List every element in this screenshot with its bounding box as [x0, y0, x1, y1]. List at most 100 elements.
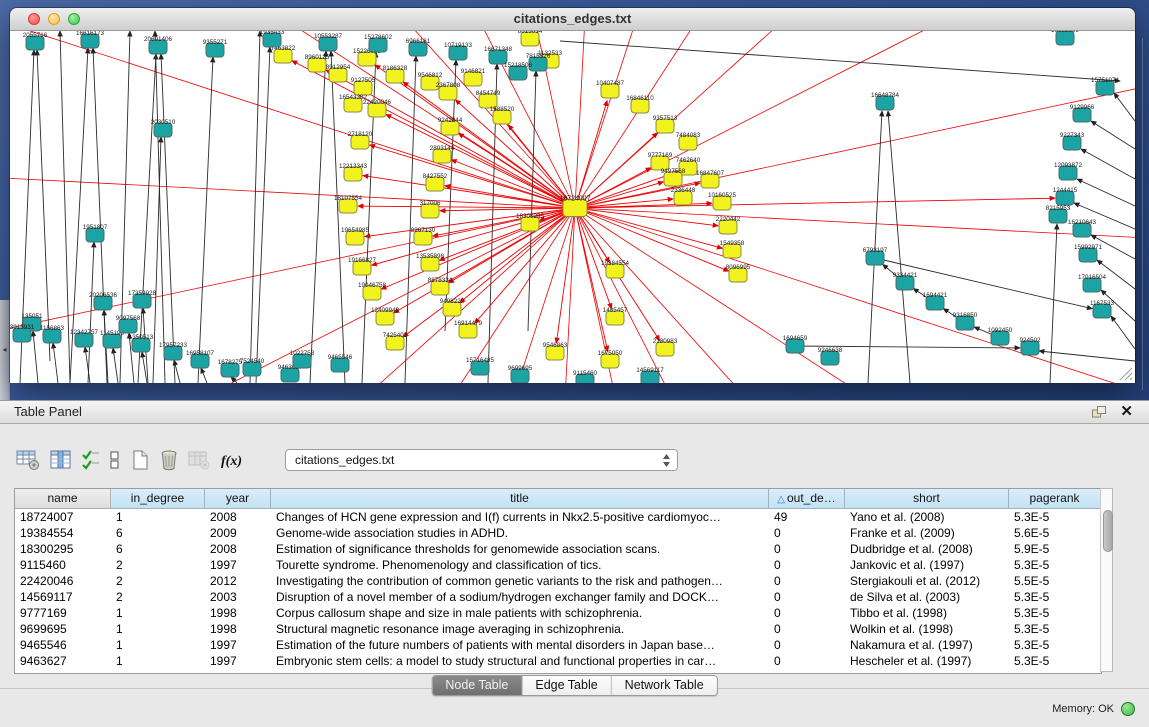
graph-node[interactable]: 9355271	[203, 39, 228, 57]
table-cell[interactable]: Genome-wide association studies in ADHD.	[271, 525, 769, 541]
graph-node[interactable]: 17359928	[128, 290, 157, 308]
table-row[interactable]: 969969511998Structural magnetic resonanc…	[15, 621, 1101, 637]
graph-node[interactable]: 17016504	[1078, 274, 1107, 292]
table-cell[interactable]: 2008	[205, 509, 271, 525]
table-cell[interactable]: Investigating the contribution of common…	[271, 573, 769, 589]
table-cell[interactable]: 1	[111, 637, 205, 653]
table-cell[interactable]: 2	[111, 557, 205, 573]
select-mode-icon[interactable]	[82, 449, 100, 471]
graph-node[interactable]: 19384554	[601, 260, 630, 278]
table-cell[interactable]: 1997	[205, 637, 271, 653]
table-cell[interactable]: Corpus callosum shape and size in male p…	[271, 605, 769, 621]
graph-node[interactable]: 22420046	[363, 99, 392, 117]
table-cell[interactable]: Changes of HCN gene expression and I(f) …	[271, 509, 769, 525]
graph-node[interactable]: 9097568	[116, 315, 141, 333]
graph-node[interactable]: 9465546	[328, 354, 353, 372]
graph-node[interactable]: 20206536	[89, 292, 118, 310]
graph-node[interactable]: 317006	[419, 200, 441, 218]
graph-node[interactable]: 924502	[1019, 337, 1041, 355]
graph-node[interactable]: 16083809	[1051, 31, 1080, 45]
table-cell[interactable]: Nakamura et al. (1997)	[845, 637, 1009, 653]
graph-node[interactable]: 1244415	[1053, 187, 1078, 205]
graph-node[interactable]: 12093872	[1054, 162, 1083, 180]
graph-node[interactable]: 8267130	[411, 227, 436, 245]
graph-node[interactable]: 12409948	[371, 307, 400, 325]
graph-node[interactable]: 1092450	[988, 327, 1013, 345]
graph-node[interactable]: 19654985	[341, 227, 370, 245]
column-header-year[interactable]: year	[205, 489, 271, 509]
table-selector-dropdown[interactable]: citations_edges.txt	[285, 449, 678, 471]
table-row[interactable]: 1456911722003Disruption of a novel membe…	[15, 589, 1101, 605]
graph-node[interactable]: 2030510	[151, 119, 176, 137]
table-cell[interactable]: 0	[769, 573, 845, 589]
close-icon[interactable]: ✕	[1120, 402, 1133, 420]
table-cell[interactable]: 0	[769, 589, 845, 605]
tab-node-table[interactable]: Node Table	[432, 676, 522, 695]
graph-node[interactable]: 2180983	[653, 338, 678, 356]
graph-node[interactable]: 10407487	[596, 80, 625, 98]
table-cell[interactable]: 2	[111, 573, 205, 589]
table-cell[interactable]: 5.3E-5	[1009, 509, 1101, 525]
graph-node[interactable]: 2220442	[716, 216, 741, 234]
table-cell[interactable]: 1	[111, 653, 205, 669]
table-cell[interactable]: 6	[111, 525, 205, 541]
graph-node[interactable]: 1951807	[83, 224, 108, 242]
table-cell[interactable]: 0	[769, 557, 845, 573]
table-cell[interactable]: 5.3E-5	[1009, 605, 1101, 621]
table-cell[interactable]: 5.6E-5	[1009, 525, 1101, 541]
table-cell[interactable]: 49	[769, 509, 845, 525]
table-cell[interactable]: 9699695	[15, 621, 111, 637]
graph-node[interactable]: 7484083	[676, 132, 701, 150]
table-cell[interactable]: 1	[111, 605, 205, 621]
graph-node[interactable]: 1022753	[290, 350, 315, 368]
graph-node[interactable]: 8186328	[383, 65, 408, 83]
table-cell[interactable]: 9465546	[15, 637, 111, 653]
left-panel-collapse-handle[interactable]: ◂	[0, 300, 10, 400]
graph-node[interactable]: 9497568	[661, 168, 686, 186]
table-cell[interactable]: 1	[111, 621, 205, 637]
graph-node[interactable]: 9357513	[653, 115, 678, 133]
table-cell[interactable]: Disruption of a novel member of a sodium…	[271, 589, 769, 605]
table-cell[interactable]: 5.3E-5	[1009, 557, 1101, 573]
column-header-out-de-[interactable]: △out_de…	[769, 489, 845, 509]
graph-node[interactable]: 16958107	[186, 350, 215, 368]
window-titlebar[interactable]: citations_edges.txt	[10, 8, 1135, 31]
network-canvas[interactable]: 1872400722420046271812012213343181075541…	[10, 31, 1135, 383]
column-header-short[interactable]: short	[845, 489, 1009, 509]
table-settings-icon[interactable]	[16, 449, 40, 471]
table-cell[interactable]: 2008	[205, 541, 271, 557]
graph-node[interactable]: 1156863	[40, 325, 65, 343]
graph-node[interactable]: 19166827	[348, 257, 377, 275]
graph-node[interactable]: 1935433	[260, 31, 285, 47]
table-cell[interactable]: 5.9E-5	[1009, 541, 1101, 557]
table-cell[interactable]: 5.3E-5	[1009, 653, 1101, 669]
table-cell[interactable]: Jankovic et al. (1997)	[845, 557, 1009, 573]
graph-node[interactable]: 2718120	[348, 131, 373, 149]
table-cell[interactable]: 19384554	[15, 525, 111, 541]
graph-node[interactable]: 6966161	[406, 38, 431, 56]
graph-node[interactable]: 13535898	[416, 253, 445, 271]
table-cell[interactable]: Stergiakouli et al. (2012)	[845, 573, 1009, 589]
table-cell[interactable]: 1998	[205, 605, 271, 621]
table-row[interactable]: 946362711997Embryonic stem cells: a mode…	[15, 653, 1101, 669]
graph-node[interactable]: 9699695	[508, 365, 533, 383]
graph-node[interactable]: 1485457	[603, 307, 628, 325]
graph-node[interactable]: 18724007	[559, 196, 590, 217]
table-cell[interactable]: Hescheler et al. (1997)	[845, 653, 1009, 669]
graph-node[interactable]: 9227343	[1060, 132, 1085, 150]
graph-node[interactable]: 20691406	[144, 36, 173, 54]
graph-node[interactable]: 2803144	[430, 145, 455, 163]
table-row[interactable]: 977716911998Corpus callosum shape and si…	[15, 605, 1101, 621]
graph-node[interactable]: 18107554	[334, 195, 363, 213]
table-cell[interactable]: de Silva et al. (2003)	[845, 589, 1009, 605]
graph-node[interactable]: 1675050	[598, 350, 623, 368]
table-cell[interactable]: 6	[111, 541, 205, 557]
column-header-pagerank[interactable]: pagerank	[1009, 489, 1101, 509]
graph-node[interactable]: 1167533	[1090, 300, 1115, 318]
column-header-title[interactable]: title	[271, 489, 769, 509]
table-row[interactable]: 2242004622012Investigating the contribut…	[15, 573, 1101, 589]
table-cell[interactable]: Tibbo et al. (1998)	[845, 605, 1009, 621]
graph-node[interactable]: 8813054	[518, 31, 543, 46]
memory-status-indicator[interactable]	[1121, 702, 1135, 716]
graph-node[interactable]: 16914479	[454, 320, 483, 338]
